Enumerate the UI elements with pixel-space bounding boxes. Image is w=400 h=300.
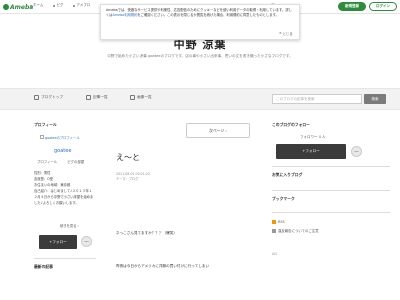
- report-label: 違反報告についてのご注意: [278, 229, 319, 233]
- profile-image-alt: goateeのプロフィール: [45, 135, 80, 140]
- tab-profile[interactable]: プロフィール: [37, 159, 57, 164]
- close-icon: ×: [279, 31, 282, 35]
- next-page-button[interactable]: 次ページ ›: [186, 123, 250, 138]
- latest-entries-heading: 最新の記事: [34, 264, 53, 269]
- more-icon: —: [84, 238, 89, 245]
- entry-body-line: 昨夜は今日からアメリカに洋服の買い付けに行ってしまい: [116, 264, 210, 268]
- entry-title[interactable]: え～と: [116, 152, 140, 163]
- search-button[interactable]: 検索: [364, 94, 386, 104]
- nav-ameblo[interactable]: アメブロ: [73, 3, 90, 8]
- nav-home-label: ホーム: [33, 3, 44, 7]
- entry-theme[interactable]: テーマ：ブログ: [116, 177, 150, 182]
- divider: [272, 166, 390, 167]
- nav-blog-top[interactable]: ブログトップ: [34, 95, 63, 100]
- follow-button-left[interactable]: +フォロー: [39, 235, 77, 249]
- blog-icon: [34, 95, 39, 100]
- follow-button-right[interactable]: +フォロー: [276, 144, 346, 159]
- cookie-close-button[interactable]: × とじる: [279, 31, 293, 36]
- cookie-close-label: とじる: [282, 32, 293, 36]
- entry-body-line: ネっこさん見てますか？？？（爆笑）: [116, 231, 177, 235]
- chevron-right-icon: ›: [77, 224, 79, 228]
- more-label: 続きを見る: [60, 224, 77, 228]
- more-icon: —: [354, 148, 359, 155]
- ameblo-icon: [73, 4, 76, 7]
- image-icon: [130, 95, 135, 100]
- divider: [272, 190, 390, 191]
- follow-heading: このブログのフォロー: [272, 122, 310, 127]
- chevron-right-icon: ›: [225, 128, 227, 133]
- follow-menu-button-right[interactable]: —: [351, 146, 362, 157]
- next-page-label: 次ページ: [209, 127, 225, 133]
- warning-icon: [272, 228, 276, 233]
- profile-heading: プロフィール: [34, 122, 57, 127]
- cookie-text-2: をご確認ください。この表示を閉じるか閲覧を続けた場合、利用規約に同意したものとし…: [137, 13, 279, 18]
- ad-label: AD: [272, 252, 277, 256]
- profile-tabs: プロフィール ピグの部屋: [37, 159, 84, 164]
- more-link[interactable]: 続きを見る ›: [60, 223, 79, 228]
- blog-search-input[interactable]: このブログの記事を検索: [272, 94, 362, 104]
- entry-meta: 2011-09-01 00:21:22 テーマ：ブログ: [116, 172, 150, 182]
- nav-blog-top-label: ブログトップ: [41, 95, 64, 99]
- follower-count[interactable]: フォロワー 4 人: [300, 135, 325, 140]
- ameba-logo-icon: [3, 4, 9, 10]
- profile-image[interactable]: goateeのプロフィール: [40, 133, 92, 141]
- home-icon: [30, 4, 32, 7]
- nav-entry-list[interactable]: 記事一覧: [86, 95, 108, 100]
- profile-intro: 自己紹介：はじめまして♪２０１３年１２月４日から中野で小さい床屋を始めました♪よ…: [34, 189, 94, 205]
- divider: [272, 212, 390, 213]
- nav-pigg-label: ピグ: [56, 3, 64, 7]
- report-link[interactable]: 違反報告についてのご注意: [272, 228, 319, 233]
- nav-image-list-label: 画像一覧: [137, 95, 152, 99]
- broken-image-icon: [40, 135, 44, 139]
- favorite-blogs-heading: お気に入りブログ: [272, 172, 303, 177]
- tab-pigg-room[interactable]: ピグの部屋: [67, 159, 84, 164]
- ameba-logo[interactable]: Ameba: [3, 2, 33, 12]
- blog-description: 中野で始めた小さい涼葉 goateeのブログです。店の事や小さい出来事、思いの丈…: [107, 54, 293, 58]
- profile-name[interactable]: goatee: [54, 148, 71, 154]
- rss-link[interactable]: RSS: [272, 220, 285, 224]
- list-icon: [86, 95, 91, 100]
- global-nav: ホーム ピグ アメブロ: [30, 3, 90, 8]
- divider: [34, 258, 96, 259]
- bookmark-heading: ブックマーク: [272, 196, 295, 201]
- signup-button[interactable]: 新規登録: [338, 2, 366, 11]
- nav-entry-list-label: 記事一覧: [93, 95, 108, 99]
- rss-icon: [272, 220, 276, 224]
- pigg-icon: [53, 4, 56, 7]
- login-button[interactable]: ログイン: [369, 2, 397, 11]
- nav-ameblo-label: アメブロ: [76, 3, 91, 7]
- cookie-banner: Amebaでは、快適なサービス提供や利便性、広告配信のためにクッキーなどを使い利…: [100, 4, 300, 40]
- terms-link[interactable]: Ameba利用規約: [113, 13, 138, 17]
- nav-home[interactable]: ホーム: [30, 3, 43, 8]
- nav-image-list[interactable]: 画像一覧: [130, 95, 152, 100]
- rss-label: RSS: [278, 220, 285, 224]
- nav-pigg[interactable]: ピグ: [53, 3, 63, 8]
- profile-info: 性別：男性 血液型：O型 お住まいの地域：東京都 自己紹介：はじめまして♪２０１…: [34, 170, 94, 210]
- follow-menu-button-left[interactable]: —: [81, 236, 92, 247]
